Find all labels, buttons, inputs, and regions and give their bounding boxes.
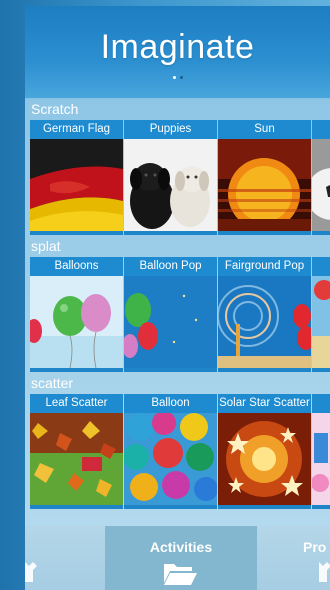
tile-puppies[interactable]: Puppies xyxy=(124,120,217,235)
tile-label: German Flag xyxy=(30,120,123,139)
tab-profiles[interactable]: Pro xyxy=(257,526,330,590)
person-icon xyxy=(25,562,39,587)
tile-fairground-pop[interactable]: Fairground Pop xyxy=(218,257,311,372)
tile-balloon[interactable]: Balloon xyxy=(124,394,217,509)
header: Imaginate xyxy=(25,6,330,98)
tile-ha[interactable]: Ha xyxy=(312,394,330,509)
section-splat: splat Balloons Balloon Pop Fairground Po… xyxy=(25,235,330,372)
tile-balloon-pop[interactable]: Balloon Pop xyxy=(124,257,217,372)
tile-label: Leaf Scatter xyxy=(30,394,123,413)
section-title: splat xyxy=(31,238,61,254)
tab-label: Activities xyxy=(149,539,213,555)
tab-activities[interactable]: Activities xyxy=(105,526,257,590)
tile-image-ha xyxy=(312,413,330,505)
tile-image-puppies xyxy=(124,139,217,231)
tile-image-go xyxy=(312,139,330,231)
tile-label: Balloon xyxy=(124,394,217,413)
tile-balloons[interactable]: Balloons xyxy=(30,257,123,372)
folder-open-icon xyxy=(162,562,198,590)
activity-sections: Scratch German Flag Puppies Sun splat Ba… xyxy=(25,98,330,528)
tab-label: Pro xyxy=(303,539,327,555)
tile-row: German Flag Puppies Sun xyxy=(30,120,330,235)
tile-label: Ha xyxy=(312,394,330,413)
page-dot-2[interactable] xyxy=(180,76,183,79)
tile-label: Go xyxy=(312,120,330,139)
tile-label: Balloon Pop xyxy=(124,257,217,276)
section-scatter: scatter Leaf Scatter Balloon Solar Star … xyxy=(25,372,330,509)
tile-label: Balloons xyxy=(30,257,123,276)
app-window: Imaginate Scratch German Flag Puppies Su… xyxy=(25,6,330,590)
tile-image-balloons xyxy=(30,276,123,368)
tile-solar-star-scatter[interactable]: Solar Star Scatter xyxy=(218,394,311,509)
page-indicator xyxy=(173,76,183,79)
tile-image-i xyxy=(312,276,330,368)
tile-image-balloon xyxy=(124,413,217,505)
tile-image-balloon-pop xyxy=(124,276,217,368)
tile-image-fairground-pop xyxy=(218,276,311,368)
tile-image-leaf-scatter xyxy=(30,413,123,505)
tile-label: Puppies xyxy=(124,120,217,139)
tile-row: Leaf Scatter Balloon Solar Star Scatter xyxy=(30,394,330,509)
tile-label: Fairground Pop xyxy=(218,257,311,276)
bottom-tab-bar: iles Activities Pro xyxy=(25,526,330,590)
tile-label: Solar Star Scatter xyxy=(218,394,311,413)
section-title: scatter xyxy=(31,375,74,391)
tile-image-sun xyxy=(218,139,311,231)
tile-label: Sun xyxy=(218,120,311,139)
tile-image-solar-star-scatter xyxy=(218,413,311,505)
tab-files[interactable]: iles xyxy=(25,526,105,590)
tile-sun[interactable]: Sun xyxy=(218,120,311,235)
app-title: Imaginate xyxy=(100,28,255,66)
section-title: Scratch xyxy=(31,101,79,117)
tile-leaf-scatter[interactable]: Leaf Scatter xyxy=(30,394,123,509)
tile-image-german-flag xyxy=(30,139,123,231)
tile-label: I xyxy=(312,257,330,276)
tile-row: Balloons Balloon Pop Fairground Pop xyxy=(30,257,330,372)
person-icon xyxy=(317,562,330,587)
tile-go[interactable]: Go xyxy=(312,120,330,235)
page-dot-1[interactable] xyxy=(173,76,176,79)
tile-i[interactable]: I xyxy=(312,257,330,372)
section-scratch: Scratch German Flag Puppies Sun xyxy=(25,98,330,235)
tile-german-flag[interactable]: German Flag xyxy=(30,120,123,235)
